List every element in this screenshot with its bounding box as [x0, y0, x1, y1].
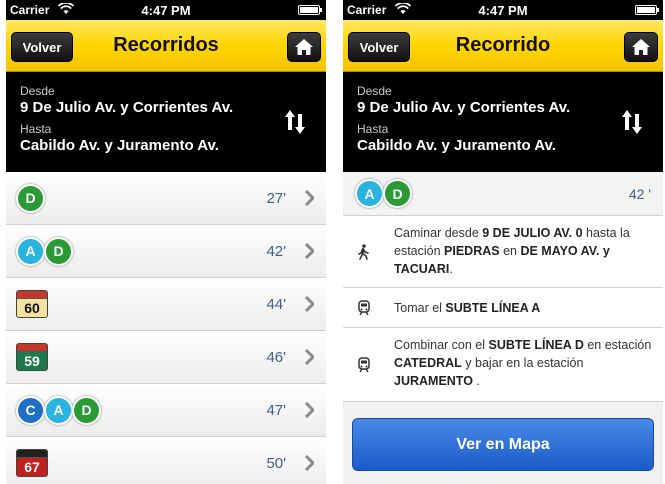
step-text: . — [449, 262, 453, 276]
status-time: 4:47 PM — [478, 3, 528, 18]
list-item[interactable]: 60 44' — [6, 278, 326, 331]
duration: 50' — [266, 455, 286, 472]
step-text: en — [499, 244, 521, 258]
duration: 42' — [266, 243, 286, 260]
routes-list-screen: Carrier 4:47 PM Volver Recorridos Desde … — [6, 0, 326, 484]
status-bar: Carrier 4:47 PM — [6, 0, 326, 20]
view-map-button[interactable]: Ver en Mapa — [352, 418, 654, 471]
home-button[interactable] — [287, 32, 321, 62]
subway-line-badge: C — [16, 395, 45, 425]
duration: 47' — [266, 402, 286, 419]
step-bold: PIEDRAS — [444, 244, 500, 258]
home-button[interactable] — [624, 32, 658, 62]
step-bold: SUBTE LÍNEA A — [445, 301, 541, 315]
chevron-right-icon — [304, 189, 316, 211]
bus-line-badge: 59 — [16, 343, 48, 371]
subway-line-badge: A — [16, 236, 45, 266]
step-bold: CATEDRAL — [394, 356, 462, 370]
step-text: y bajar en la estación — [461, 356, 584, 370]
subway-line-badge: D — [383, 179, 412, 208]
subway-icon — [357, 299, 371, 321]
step-text: Tomar el — [394, 301, 446, 315]
from-label: Desde — [20, 84, 55, 98]
chevron-right-icon — [304, 401, 316, 423]
step-walk: Caminar desde 9 DE JULIO AV. 0 hasta la … — [343, 216, 663, 288]
page-title: Recorridos — [113, 34, 219, 56]
bus-line-badge: 67 — [16, 449, 48, 477]
walk-icon — [357, 243, 371, 265]
swap-arrows-icon[interactable] — [621, 108, 643, 141]
subway-line-badge: D — [16, 183, 45, 213]
step-bold: 9 DE JULIO AV. 0 — [482, 226, 583, 240]
subway-line-badge: D — [44, 236, 73, 266]
battery-icon — [635, 5, 659, 15]
step-take-subway: Tomar el SUBTE LÍNEA A — [343, 288, 663, 328]
subway-icon — [357, 356, 371, 378]
from-label: Desde — [357, 84, 392, 98]
step-text: Caminar desde — [394, 226, 483, 240]
routes-list: D 27' A D 42' 60 44' 59 46' C A D 47' 67… — [6, 172, 326, 484]
chevron-right-icon — [304, 454, 316, 476]
route-header: Desde 9 De Julio Av. y Corrientes Av. Ha… — [343, 72, 663, 172]
list-item[interactable]: D 27' — [6, 172, 326, 225]
list-item[interactable]: 59 46' — [6, 331, 326, 384]
to-label: Hasta — [357, 122, 389, 136]
step-bold: JURAMENTO — [394, 374, 473, 388]
nav-bar: Volver Recorridos — [6, 20, 326, 72]
duration: 46' — [266, 349, 286, 366]
page-title: Recorrido — [455, 34, 551, 56]
duration: 44' — [266, 296, 286, 313]
subway-line-badge: D — [72, 395, 101, 425]
duration: 42 ' — [628, 186, 651, 202]
list-item[interactable]: A D 42' — [6, 225, 326, 278]
duration: 27' — [266, 190, 286, 207]
bus-line-badge: 60 — [16, 290, 48, 318]
status-time: 4:47 PM — [141, 3, 191, 18]
battery-icon — [298, 5, 322, 15]
route-detail-screen: Carrier 4:47 PM Volver Recorrido Desde 9… — [343, 0, 663, 484]
status-bar: Carrier 4:47 PM — [343, 0, 663, 20]
route-header: Desde 9 De Julio Av. y Corrientes Av. Ha… — [6, 72, 326, 172]
nav-bar: Volver Recorrido — [343, 20, 663, 72]
step-transfer: Combinar con el SUBTE LÍNEA D en estació… — [343, 328, 663, 402]
route-summary: A D 42 ' — [343, 172, 663, 216]
to-label: Hasta — [20, 122, 52, 136]
step-text: . — [472, 374, 480, 388]
home-icon — [632, 39, 650, 55]
swap-arrows-icon[interactable] — [284, 108, 306, 141]
step-text: Combinar con el — [394, 338, 489, 352]
step-bold: SUBTE LÍNEA D — [488, 338, 584, 352]
from-value: 9 De Julio Av. y Corrientes Av. — [20, 99, 234, 116]
list-item[interactable]: 67 50' — [6, 437, 326, 484]
to-value: Cabildo Av. y Juramento Av. — [357, 137, 556, 154]
list-item[interactable]: C A D 47' — [6, 384, 326, 437]
chevron-right-icon — [304, 242, 316, 264]
chevron-right-icon — [304, 295, 316, 317]
subway-line-badge: A — [355, 179, 384, 208]
home-icon — [295, 39, 313, 55]
subway-line-badge: A — [44, 395, 73, 425]
step-text: en estación — [583, 338, 652, 352]
from-value: 9 De Julio Av. y Corrientes Av. — [357, 99, 571, 116]
chevron-right-icon — [304, 348, 316, 370]
to-value: Cabildo Av. y Juramento Av. — [20, 137, 219, 154]
